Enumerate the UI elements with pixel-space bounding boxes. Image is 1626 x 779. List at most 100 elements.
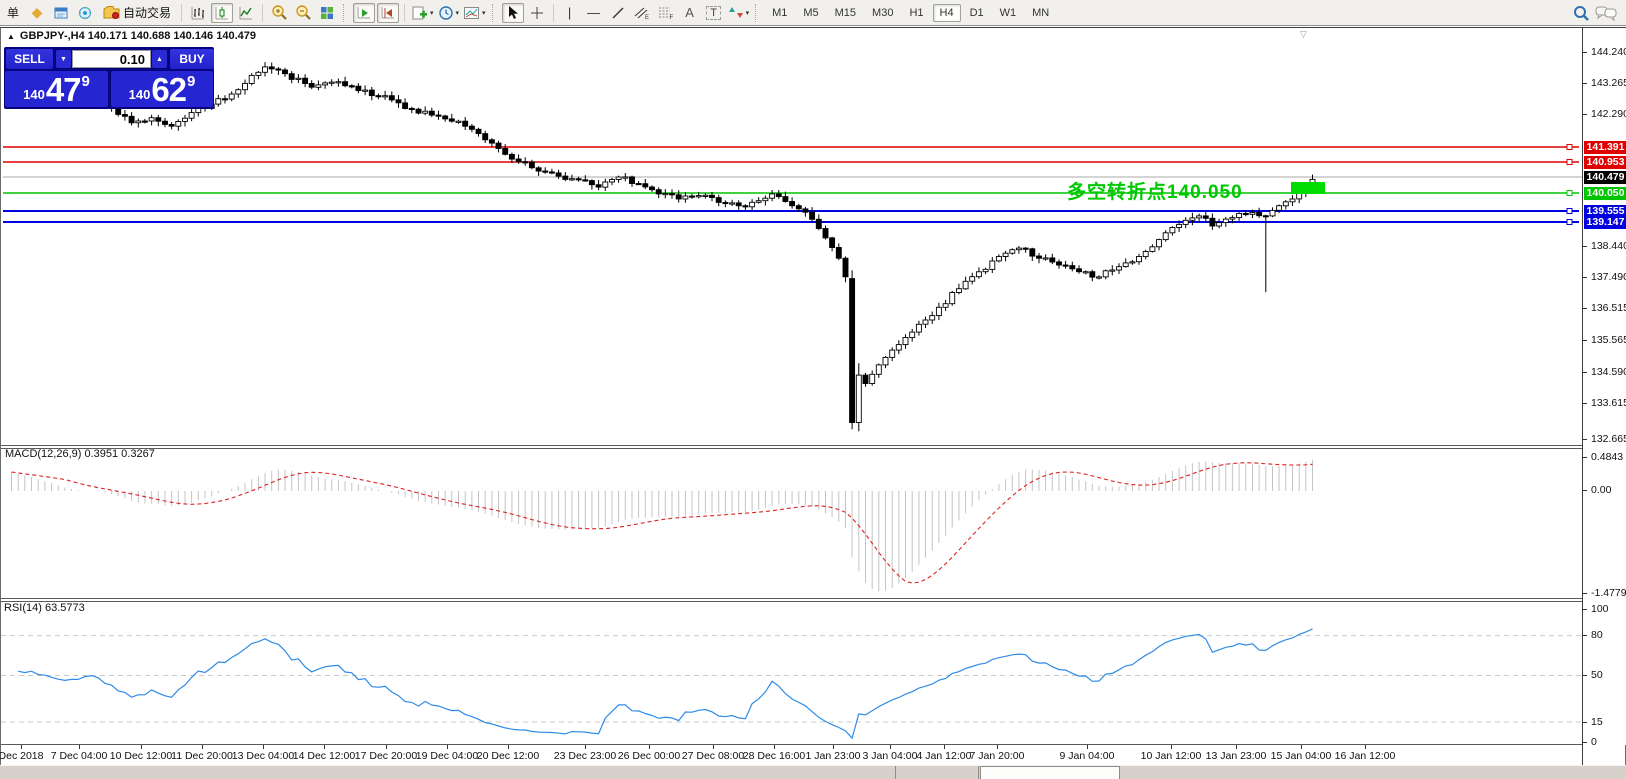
market-watch-icon[interactable]: ◆: [26, 3, 48, 23]
scale-tick-label: 136.515: [1591, 302, 1626, 314]
buy-button[interactable]: BUY: [170, 49, 214, 69]
cursor-button[interactable]: [502, 3, 524, 23]
autotrade-button[interactable]: 自动交易: [98, 3, 176, 23]
active-chart-tab[interactable]: [980, 766, 1120, 779]
time-axis-label: 15 Jan 04:00: [1271, 750, 1332, 762]
macd-scale-label: 0.4843: [1591, 451, 1623, 463]
scale-tick: [1582, 722, 1587, 723]
time-tick: [585, 745, 586, 749]
navigator-icon[interactable]: [74, 3, 96, 23]
toolbar-grip[interactable]: [343, 4, 348, 22]
text-label-tool[interactable]: T: [703, 3, 725, 23]
timeframe-m5[interactable]: M5: [796, 4, 825, 22]
line-chart-type-button[interactable]: [235, 3, 257, 23]
rsi-scale-label: 100: [1591, 603, 1609, 615]
volume-increase-button[interactable]: ▲: [152, 50, 167, 68]
chevron-down-icon: ▾: [430, 9, 434, 17]
toolbar-grip[interactable]: [755, 4, 760, 22]
time-tick: [79, 745, 80, 749]
price-scale[interactable]: 144.240143.265142.290138.440137.490136.5…: [1583, 28, 1626, 745]
timeframe-m1[interactable]: M1: [765, 4, 794, 22]
scale-tick-label: 137.490: [1591, 271, 1626, 283]
hline-handle[interactable]: [1567, 160, 1572, 165]
trendline-tool[interactable]: [607, 3, 629, 23]
time-tick: [202, 745, 203, 749]
data-window-icon[interactable]: [50, 3, 72, 23]
new-chart-button[interactable]: ▾: [410, 3, 435, 23]
time-tick: [997, 745, 998, 749]
scale-tick-label: 133.615: [1591, 397, 1626, 409]
volume-input[interactable]: 0.10: [72, 50, 151, 68]
timeframe-h1[interactable]: H1: [902, 4, 930, 22]
scale-tick: [1582, 742, 1587, 743]
time-tick: [141, 745, 142, 749]
chart-autoscroll-button[interactable]: [377, 3, 399, 23]
text-tool[interactable]: A: [679, 3, 701, 23]
rsi-pane[interactable]: [1, 602, 1582, 744]
pane-splitter[interactable]: [1, 598, 1582, 599]
horizontal-line-tool[interactable]: —: [583, 3, 605, 23]
green-highlight-rectangle[interactable]: [1291, 182, 1325, 194]
pane-splitter[interactable]: [1, 448, 1582, 449]
toolbar-separator: [262, 4, 263, 22]
text-label-glyph: T: [706, 6, 721, 20]
rsi-scale-label: 0: [1591, 736, 1597, 748]
time-axis[interactable]: Dec 20187 Dec 04:0010 Dec 12:0011 Dec 20…: [1, 745, 1582, 765]
templates-button[interactable]: ▾: [462, 3, 487, 23]
timeframe-h4[interactable]: H4: [933, 4, 961, 22]
time-tick: [447, 745, 448, 749]
scroll-marker-icon[interactable]: ▽: [1300, 29, 1307, 40]
scale-tick: [1582, 490, 1587, 491]
timeframe-m15[interactable]: M15: [828, 4, 863, 22]
sell-price-button[interactable]: 140 47 9: [5, 71, 108, 107]
time-axis-label: 16 Jan 12:00: [1335, 750, 1396, 762]
zoom-in-button[interactable]: [268, 3, 290, 23]
toolbar-grip[interactable]: [492, 4, 497, 22]
fibonacci-tool[interactable]: F: [655, 3, 677, 23]
sell-price-prefix: 140: [23, 87, 45, 102]
candle-chart-type-button[interactable]: [211, 3, 233, 23]
price-pane[interactable]: [1, 28, 1582, 445]
scale-tick: [1582, 277, 1587, 278]
buy-price-sup: 9: [187, 73, 195, 90]
zoom-out-button[interactable]: [292, 3, 314, 23]
hline-handle[interactable]: [1567, 145, 1572, 150]
volume-decrease-button[interactable]: ▼: [56, 50, 71, 68]
timeframe-d1[interactable]: D1: [963, 4, 991, 22]
autotrade-folder-icon: [103, 5, 120, 20]
vertical-line-tool[interactable]: |: [559, 3, 581, 23]
hline-handle[interactable]: [1567, 220, 1572, 225]
collapse-panel-icon[interactable]: ▲: [7, 32, 15, 41]
periods-button[interactable]: ▾: [437, 3, 461, 23]
community-chat-icon[interactable]: [1594, 3, 1618, 23]
chart-shift-button[interactable]: [353, 3, 375, 23]
time-axis-label: 11 Dec 20:00: [171, 750, 233, 762]
buy-price-button[interactable]: 140 62 9: [111, 71, 213, 107]
scale-tick-label: 132.665: [1591, 433, 1626, 445]
new-order-button[interactable]: 单: [2, 3, 24, 23]
hline-handle[interactable]: [1567, 191, 1572, 196]
time-tick: [649, 745, 650, 749]
scale-tick-label: 143.265: [1591, 77, 1626, 89]
time-tick: [944, 745, 945, 749]
sell-button[interactable]: SELL: [6, 49, 53, 69]
timeframe-mn[interactable]: MN: [1025, 4, 1056, 22]
arrows-tool[interactable]: ▾: [727, 3, 751, 23]
scale-tick: [1582, 83, 1587, 84]
time-tick: [508, 745, 509, 749]
toolbar-separator: [553, 4, 554, 22]
timeframe-m30[interactable]: M30: [865, 4, 900, 22]
bar-chart-type-button[interactable]: [187, 3, 209, 23]
crosshair-button[interactable]: [526, 3, 548, 23]
macd-pane[interactable]: [1, 449, 1582, 598]
chevron-down-icon: ▾: [456, 9, 460, 17]
bid-price-flag: 140.479: [1584, 171, 1626, 184]
time-axis-label: 1 Jan 23:00: [806, 750, 861, 762]
timeframe-w1[interactable]: W1: [993, 4, 1024, 22]
hline-handle[interactable]: [1567, 209, 1572, 214]
pane-splitter[interactable]: [1, 601, 1582, 602]
tile-windows-button[interactable]: [316, 3, 338, 23]
channel-tool[interactable]: E: [631, 3, 653, 23]
pane-splitter[interactable]: [1, 445, 1582, 446]
search-icon[interactable]: [1570, 3, 1592, 23]
